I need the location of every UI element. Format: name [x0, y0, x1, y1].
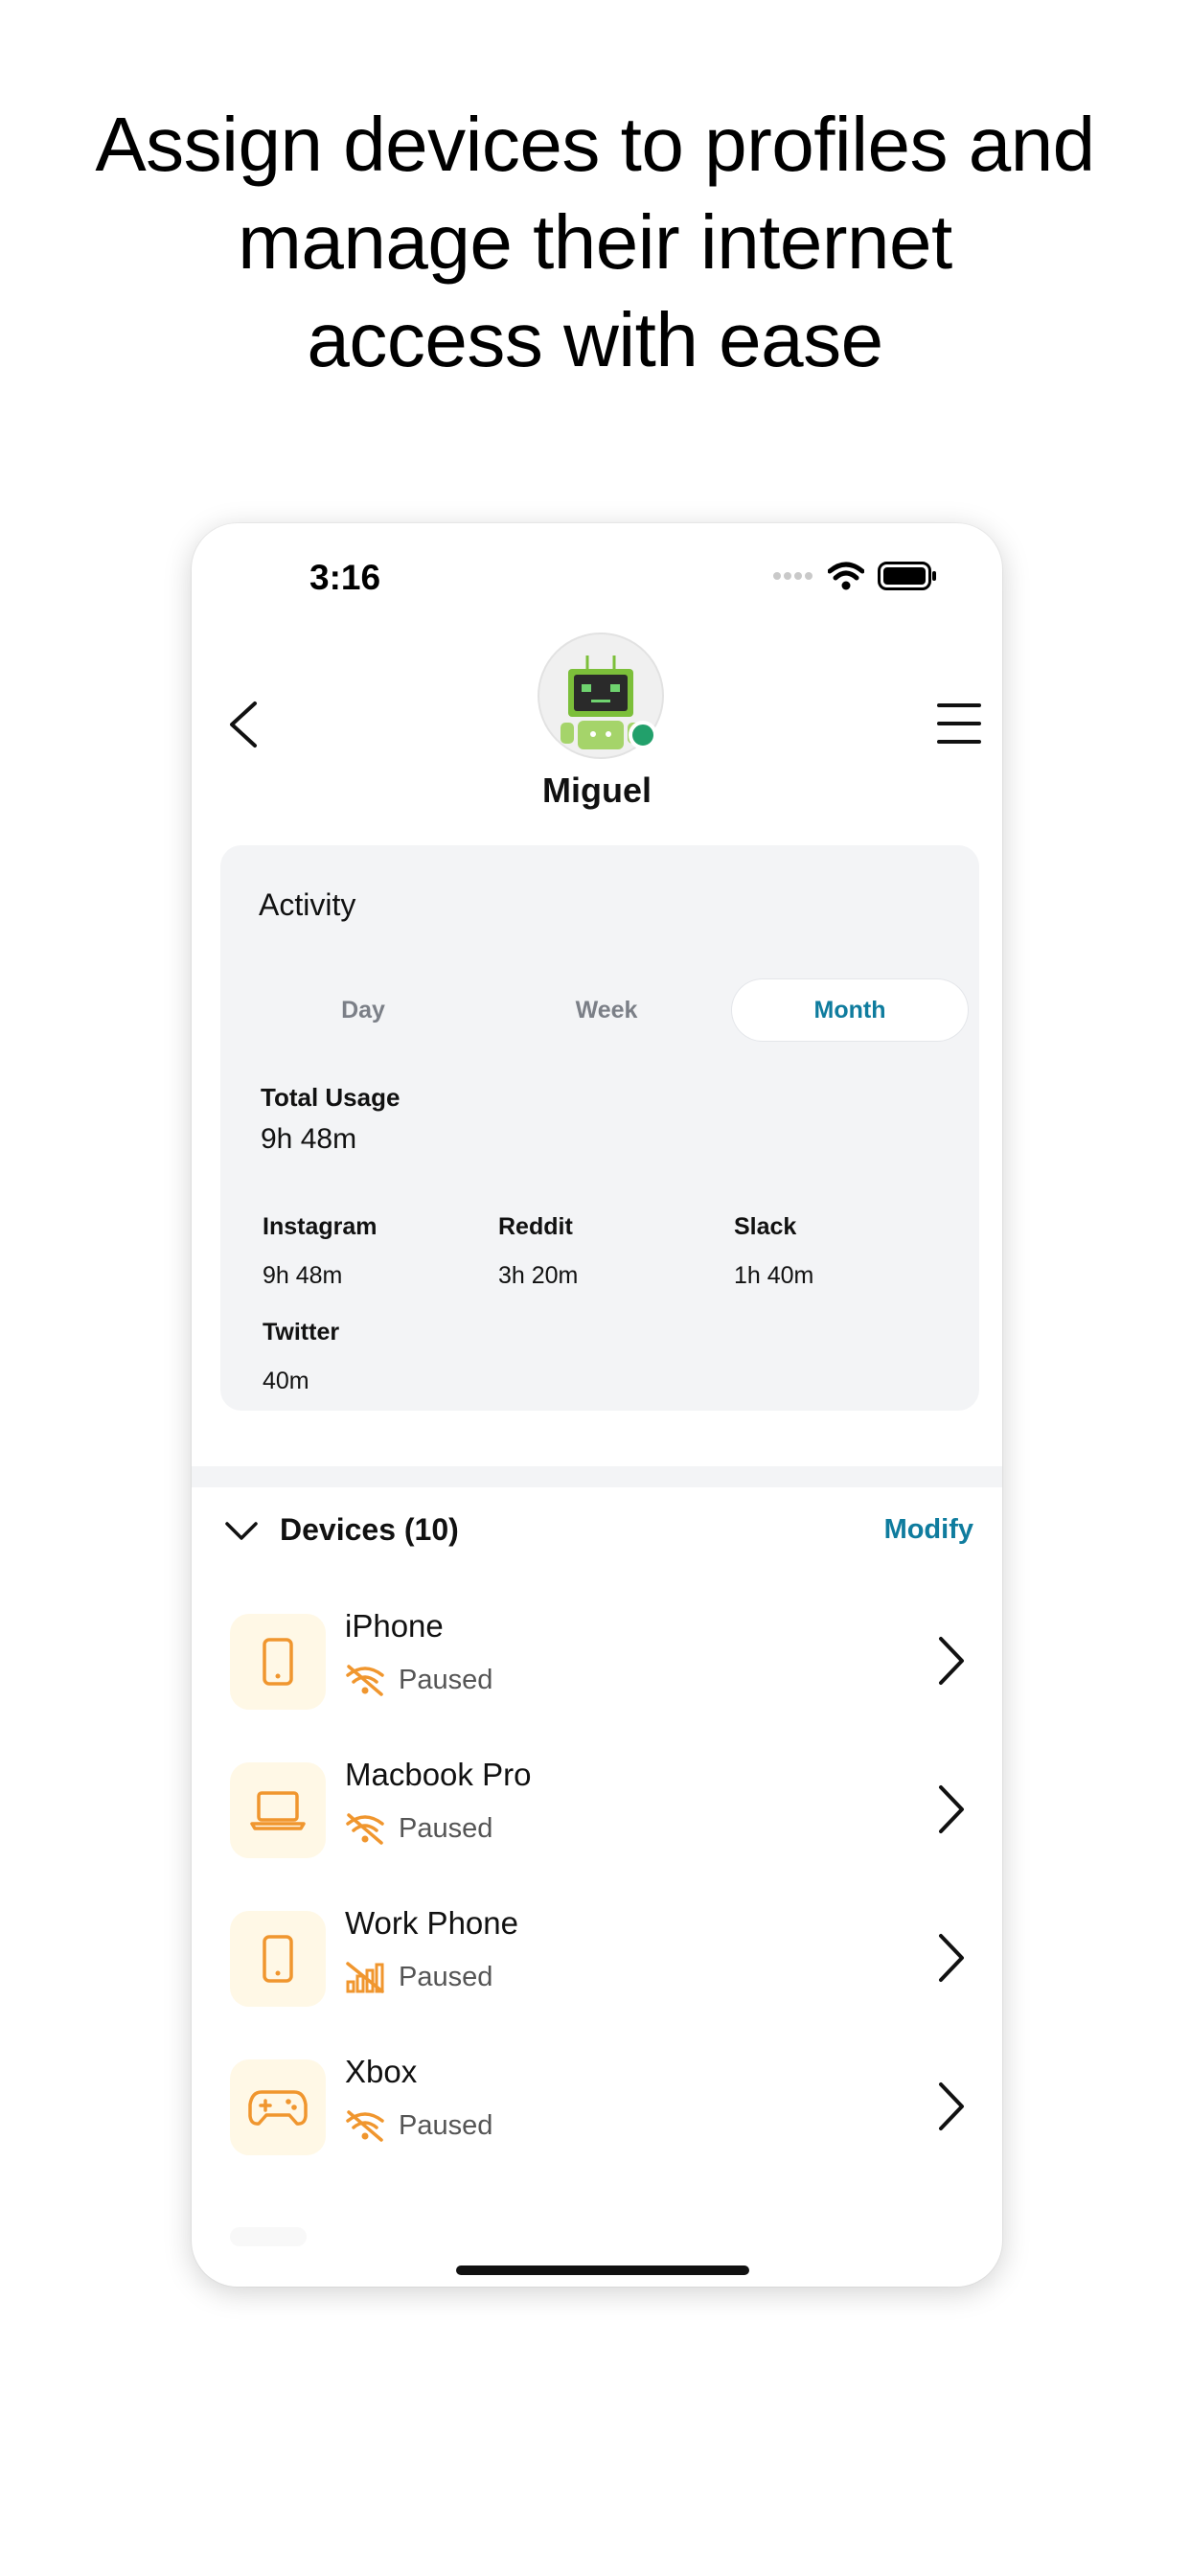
- wifi-icon: [828, 562, 864, 590]
- app-name: Reddit: [498, 1213, 573, 1240]
- home-indicator[interactable]: [456, 2266, 749, 2275]
- device-status-text: Paused: [399, 1961, 493, 1992]
- device-status: Paused: [345, 1812, 492, 1845]
- app-usage-item: Instagram 9h 48m: [263, 1213, 377, 1290]
- headline-line-1: Assign devices to profiles and: [95, 102, 1095, 187]
- chevron-right-icon[interactable]: [935, 2081, 968, 2132]
- device-name: iPhone: [345, 1608, 444, 1644]
- app-time: 1h 40m: [734, 1262, 814, 1289]
- chevron-right-icon[interactable]: [935, 1635, 968, 1687]
- app-time: 9h 48m: [263, 1262, 343, 1289]
- device-status-text: Paused: [399, 1664, 493, 1695]
- wifi-off-icon: [346, 2110, 384, 2142]
- headline-line-2: manage their internet: [238, 199, 952, 285]
- next-device-peek: [230, 2227, 307, 2246]
- phone-frame: 3:16 Miguel Activity Day Week Month Tota…: [192, 523, 1002, 2287]
- wifi-off-icon: [346, 1665, 384, 1696]
- status-time: 3:16: [309, 558, 381, 597]
- headline: Assign devices to profiles and manage th…: [0, 96, 1190, 389]
- device-row-macbook-pro[interactable]: Macbook Pro Paused: [230, 1757, 968, 1862]
- device-status: Paused: [345, 2109, 492, 2142]
- app-name: Twitter: [263, 1319, 340, 1346]
- chevron-down-icon[interactable]: [224, 1520, 259, 1543]
- tab-week[interactable]: Week: [489, 979, 724, 1041]
- device-row-iphone[interactable]: iPhone Paused: [230, 1608, 968, 1714]
- app-usage-item: Twitter 40m: [263, 1319, 339, 1395]
- device-status-text: Paused: [399, 2109, 493, 2141]
- total-usage-value: 9h 48m: [261, 1123, 357, 1155]
- hamburger-menu-icon[interactable]: [935, 702, 983, 746]
- app-usage-item: Reddit 3h 20m: [498, 1213, 578, 1290]
- activity-title: Activity: [259, 887, 356, 922]
- app-name: Instagram: [263, 1213, 378, 1240]
- status-icons: [772, 562, 937, 590]
- period-tabs: Day Week Month: [245, 979, 968, 1041]
- device-row-xbox[interactable]: Xbox Paused: [230, 2054, 968, 2159]
- phone-icon: [230, 1911, 326, 2007]
- devices-header: Devices (10) Modify: [220, 1508, 973, 1556]
- app-name: Slack: [734, 1213, 797, 1240]
- devices-title: Devices (10): [280, 1512, 459, 1547]
- device-status: Paused: [345, 1961, 492, 1993]
- battery-icon: [878, 562, 936, 590]
- tab-day[interactable]: Day: [245, 979, 481, 1041]
- app-time: 3h 20m: [498, 1262, 579, 1289]
- app-usage-item: Slack 1h 40m: [734, 1213, 813, 1290]
- online-status-dot: [629, 721, 657, 749]
- activity-card: Activity Day Week Month Total Usage 9h 4…: [220, 845, 979, 1411]
- app-time: 40m: [263, 1368, 309, 1394]
- modify-button[interactable]: Modify: [884, 1514, 973, 1546]
- signal-dots-icon: [773, 572, 812, 580]
- chevron-right-icon[interactable]: [935, 1783, 968, 1835]
- wifi-off-icon: [346, 1813, 384, 1845]
- gamepad-icon: [230, 2059, 326, 2155]
- cellular-off-icon: [346, 1962, 384, 1993]
- section-divider: [192, 1466, 1002, 1487]
- device-status-text: Paused: [399, 1812, 493, 1844]
- device-status: Paused: [345, 1664, 492, 1696]
- phone-icon: [230, 1614, 326, 1710]
- device-name: Macbook Pro: [345, 1757, 532, 1792]
- profile-name: Miguel: [542, 770, 652, 810]
- device-row-work-phone[interactable]: Work Phone Paused: [230, 1905, 968, 2011]
- device-name: Xbox: [345, 2054, 418, 2089]
- chevron-right-icon[interactable]: [935, 1932, 968, 1984]
- total-usage-label: Total Usage: [261, 1083, 400, 1112]
- laptop-icon: [230, 1762, 326, 1858]
- tab-month[interactable]: Month: [732, 979, 968, 1041]
- back-arrow-icon[interactable]: [220, 696, 266, 753]
- headline-line-3: access with ease: [307, 297, 883, 382]
- device-name: Work Phone: [345, 1905, 518, 1941]
